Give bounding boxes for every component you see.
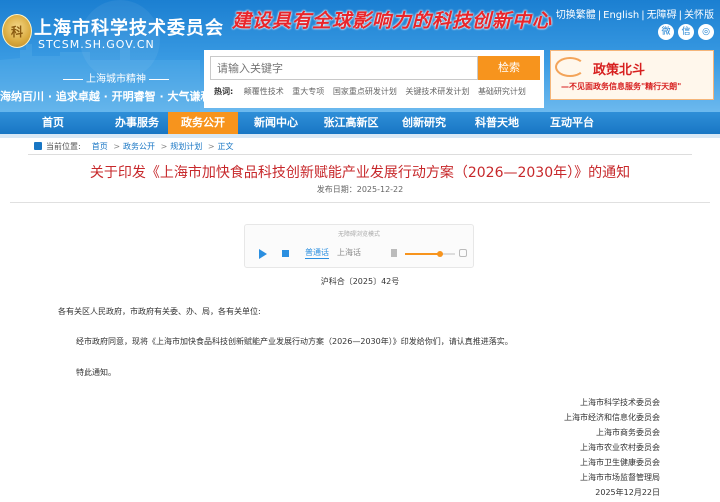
document-number: 沪科合〔2025〕42号 [320, 277, 400, 286]
location-icon [34, 142, 42, 150]
signature-org: 上海市科学技术委员会 [580, 398, 660, 407]
link-traditional-chinese[interactable]: 切换繁體 [554, 10, 598, 21]
city-spirit-label: 上海城市精神 [60, 70, 172, 85]
breadcrumb-current: 正文 [217, 142, 234, 151]
banner-title: 政策北斗 [593, 63, 646, 78]
site-header: 科 上海市科学技术委员会 STCSM.SH.GOV.CN 上海城市精神 海纳百川… [0, 0, 720, 112]
signature-org: 上海市农业农村委员会 [580, 443, 660, 452]
breadcrumb: 当前位置: 首页 > 政务公开 > 规划计划 > 正文 [34, 141, 234, 152]
title-divider [10, 202, 710, 203]
search-panel: 检索 热词: 颠覆性技术 重大专项 国家重点研发计划 关键技术研发计划 基础研究… [204, 50, 544, 108]
stop-icon[interactable] [282, 250, 289, 257]
body-paragraph-1: 经市政府同意，现将《上海市加快食品科技创新赋能产业发展行动方案（2026—203… [76, 337, 513, 346]
city-spirit-text: 海纳百川 · 追求卓越 · 开明睿智 · 大气谦和 [0, 90, 212, 103]
link-english[interactable]: English [601, 10, 641, 21]
volume-fill [405, 253, 440, 255]
breadcrumb-label: 当前位置: [46, 142, 81, 151]
top-utility-links: 切换繁體 | English | 无障碍 | 关怀版 [554, 10, 716, 21]
header-slogan: 建设具有全球影响力的科技创新中心 [232, 10, 553, 32]
hot-words-row: 热词: 颠覆性技术 重大专项 国家重点研发计划 关键技术研发计划 基础研究计划 [214, 86, 532, 97]
signature-org: 上海市商务委员会 [596, 428, 660, 437]
hot-word-link[interactable]: 颠覆性技术 [244, 87, 284, 96]
swirl-logo-icon [555, 57, 585, 77]
breadcrumb-divider [28, 154, 692, 155]
publish-date: 发布日期：2025-12-22 [316, 185, 404, 194]
nav-item-home[interactable]: 首页 [0, 112, 106, 134]
hot-words-label: 热词: [214, 87, 234, 96]
wechat-icon[interactable]: 信 [678, 24, 694, 40]
search-button[interactable]: 检索 [478, 56, 540, 80]
weibo-icon[interactable]: 微 [658, 24, 674, 40]
policy-beidou-banner[interactable]: 政策北斗 —不见面政务信息服务"精行天朗" [550, 50, 714, 100]
site-domain: STCSM.SH.GOV.CN [38, 38, 155, 51]
audio-reader-player: 无障碍浏览模式 普通话 上海话 [244, 224, 474, 268]
breadcrumb-home[interactable]: 首页 [92, 142, 108, 151]
nav-item-interaction[interactable]: 互动平台 [534, 112, 610, 134]
main-nav: 首页 办事服务 政务公开 新闻中心 张江高新区 创新研究 科普天地 互动平台 [0, 112, 720, 134]
nav-item-services[interactable]: 办事服务 [106, 112, 168, 134]
signature-date: 2025年12月22日 [595, 488, 660, 497]
hot-word-link[interactable]: 基础研究计划 [478, 87, 526, 96]
shanghainese-option[interactable]: 上海话 [337, 247, 361, 258]
government-emblem-logo[interactable]: 科 [2, 14, 32, 48]
signature-org: 上海市市场监督管理局 [580, 473, 660, 482]
banner-subtitle: —不见面政务信息服务"精行天朗" [561, 82, 682, 91]
salutation: 各有关区人民政府，市政府有关委、办、局，各有关单位: [58, 307, 261, 316]
nav-item-science-popularization[interactable]: 科普天地 [460, 112, 534, 134]
article-title: 关于印发《上海市加快食品科技创新赋能产业发展行动方案（2026—2030年）》的… [89, 165, 631, 181]
play-icon[interactable] [259, 249, 267, 259]
nav-item-news[interactable]: 新闻中心 [238, 112, 314, 134]
volume-slider[interactable] [405, 251, 455, 257]
volume-low-icon [391, 249, 397, 257]
hot-word-link[interactable]: 重大专项 [292, 87, 324, 96]
breadcrumb-gov-affairs[interactable]: 政务公开 [123, 142, 155, 151]
app-icon[interactable]: ◎ [698, 24, 714, 40]
accessible-mode-label[interactable]: 无障碍浏览模式 [245, 229, 473, 238]
signature-org: 上海市卫生健康委员会 [580, 458, 660, 467]
volume-high-icon [459, 249, 467, 257]
site-title[interactable]: 上海市科学技术委员会 [34, 14, 224, 40]
link-accessibility[interactable]: 无障碍 [645, 10, 679, 21]
nav-item-zhangjiang[interactable]: 张江高新区 [314, 112, 388, 134]
mandarin-option[interactable]: 普通话 [305, 247, 329, 259]
emblem-char: 科 [10, 25, 23, 39]
body-paragraph-2: 特此通知。 [76, 368, 116, 377]
nav-item-gov-affairs[interactable]: 政务公开 [168, 112, 238, 134]
search-input[interactable] [210, 56, 478, 80]
signature-org: 上海市经济和信息化委员会 [564, 413, 660, 422]
social-links: 微 信 ◎ [658, 24, 714, 40]
hot-word-link[interactable]: 关键技术研发计划 [405, 87, 469, 96]
nav-item-innovation[interactable]: 创新研究 [388, 112, 460, 134]
link-care-version[interactable]: 关怀版 [682, 10, 716, 21]
nav-sub-strip [0, 134, 720, 138]
breadcrumb-plans[interactable]: 规划计划 [170, 142, 202, 151]
hot-word-link[interactable]: 国家重点研发计划 [333, 87, 397, 96]
volume-knob[interactable] [437, 251, 443, 257]
